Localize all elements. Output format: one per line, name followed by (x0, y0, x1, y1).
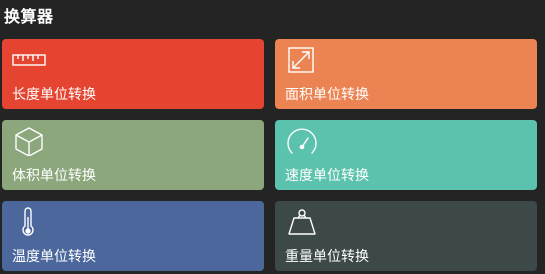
page-title: 换算器 (4, 7, 54, 26)
converter-grid: 长度单位转换 面积单位转换 体积单位转换 速度单位转换 温度单位转换 重量单位转… (2, 39, 538, 274)
tile-label: 面积单位转换 (285, 87, 369, 103)
tile-weight-conversion[interactable]: 重量单位转换 (275, 201, 537, 271)
tile-label: 温度单位转换 (12, 249, 96, 265)
tile-label: 长度单位转换 (12, 87, 96, 103)
tile-volume-conversion[interactable]: 体积单位转换 (2, 120, 264, 190)
tile-label: 重量单位转换 (285, 249, 369, 265)
tile-temperature-conversion[interactable]: 温度单位转换 (2, 201, 264, 271)
tile-speed-conversion[interactable]: 速度单位转换 (275, 120, 537, 190)
ruler-icon (11, 45, 47, 75)
weight-icon (284, 207, 320, 237)
cube-icon (11, 126, 47, 156)
tile-length-conversion[interactable]: 长度单位转换 (2, 39, 264, 109)
tile-label: 速度单位转换 (285, 168, 369, 184)
thermometer-icon (11, 207, 47, 237)
speedometer-icon (284, 126, 320, 156)
tile-label: 体积单位转换 (12, 168, 96, 184)
expand-diagonal-icon (284, 45, 320, 75)
tile-area-conversion[interactable]: 面积单位转换 (275, 39, 537, 109)
